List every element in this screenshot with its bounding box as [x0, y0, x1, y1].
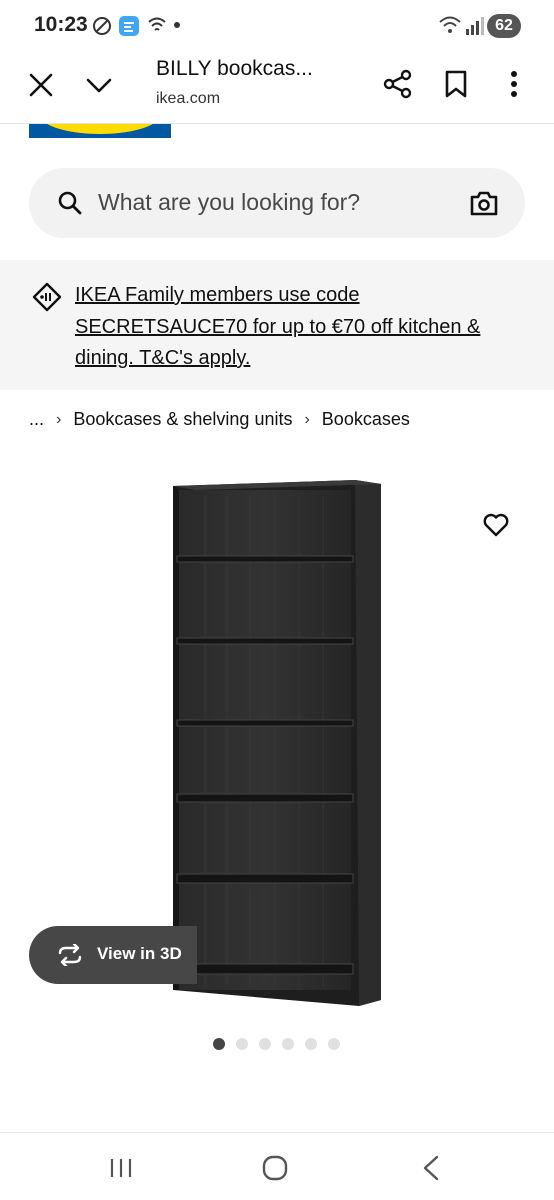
carousel-dot-4[interactable] — [282, 1038, 294, 1050]
rotate-3d-icon — [58, 944, 82, 966]
search-icon — [58, 191, 82, 215]
logo-oval — [39, 124, 161, 134]
camera-icon[interactable] — [469, 189, 499, 217]
breadcrumb-item-bookcases[interactable]: Bookcases — [322, 409, 410, 430]
home-icon[interactable] — [262, 1155, 288, 1181]
system-navigation-bar — [0, 1132, 554, 1200]
heart-icon[interactable] — [482, 511, 510, 539]
share-icon[interactable] — [382, 68, 414, 100]
recent-apps-icon[interactable] — [108, 1157, 134, 1179]
app-notification-icon — [119, 16, 139, 36]
carousel-dot-3[interactable] — [259, 1038, 271, 1050]
broadcast-icon — [148, 17, 166, 31]
carousel-dot-6[interactable] — [328, 1038, 340, 1050]
status-bar: 10:23 62 — [0, 0, 554, 52]
breadcrumb: ... › Bookcases & shelving units › Bookc… — [29, 409, 410, 430]
wifi-signal-icon — [439, 16, 484, 35]
status-time: 10:23 — [34, 13, 88, 36]
view-in-3d-label: View in 3D — [97, 944, 182, 963]
blocked-icon — [93, 17, 111, 35]
discount-tag-icon — [32, 282, 62, 312]
breadcrumb-ellipsis[interactable]: ... — [29, 409, 44, 430]
close-icon[interactable] — [26, 70, 56, 100]
search-input[interactable]: What are you looking for? — [98, 189, 360, 216]
notification-dot-icon — [174, 22, 180, 28]
page-domain: ikea.com — [156, 90, 221, 107]
view-in-3d-button[interactable]: View in 3D — [29, 926, 197, 984]
browser-toolbar: BILLY bookcas... ikea.com — [0, 52, 554, 124]
carousel-dot-2[interactable] — [236, 1038, 248, 1050]
image-carousel-dots — [213, 1038, 340, 1050]
carousel-dot-1[interactable] — [213, 1038, 225, 1050]
search-bar[interactable]: What are you looking for? — [29, 168, 525, 238]
breadcrumb-item-shelving[interactable]: Bookcases & shelving units — [73, 409, 292, 430]
battery-indicator: 62 — [487, 14, 521, 38]
bookmark-icon[interactable] — [440, 68, 472, 100]
carousel-dot-5[interactable] — [305, 1038, 317, 1050]
chevron-down-icon[interactable] — [84, 70, 114, 100]
chevron-right-icon: › — [56, 410, 62, 428]
ikea-logo[interactable] — [29, 124, 171, 138]
product-image[interactable] — [165, 476, 387, 1010]
page-title: BILLY bookcas... — [156, 57, 313, 80]
more-options-icon[interactable] — [500, 68, 528, 100]
chevron-right-icon: › — [304, 410, 310, 428]
promo-link[interactable]: IKEA Family members use code SECRETSAUCE… — [75, 280, 515, 375]
promo-banner: IKEA Family members use code SECRETSAUCE… — [0, 260, 554, 390]
back-icon[interactable] — [420, 1155, 442, 1181]
notification-icons — [92, 15, 168, 37]
